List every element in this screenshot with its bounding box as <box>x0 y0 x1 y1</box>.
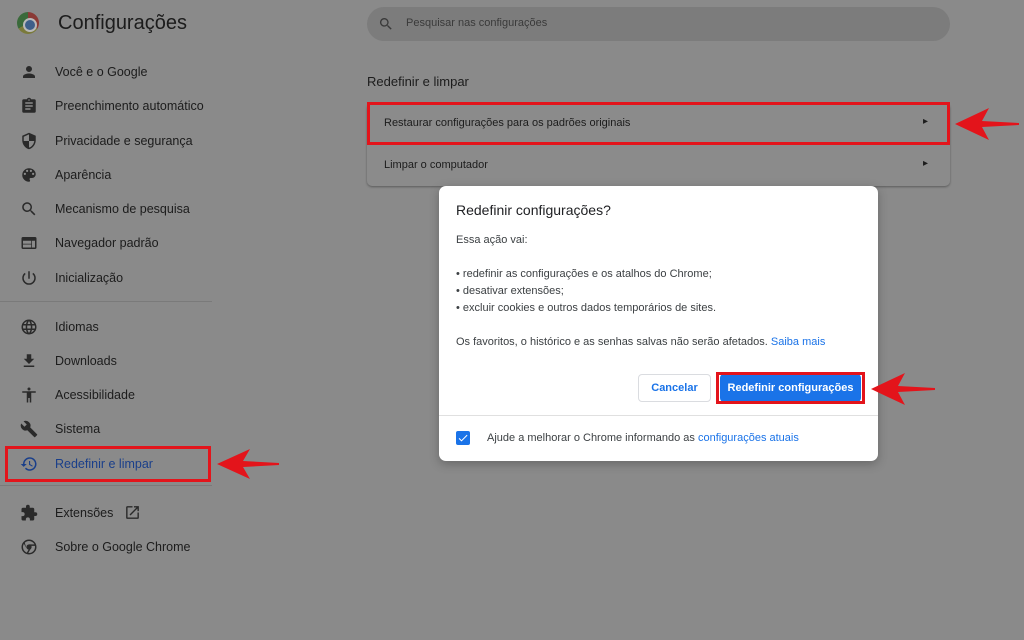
sidebar-item-search-engine[interactable]: Mecanismo de pesquisa <box>0 192 210 226</box>
chevron-right-icon: ▸ <box>922 158 928 169</box>
dialog-divider <box>439 415 878 416</box>
sidebar-item-label: Privacidade e segurança <box>55 134 193 148</box>
chrome-icon <box>20 538 38 556</box>
learn-more-link[interactable]: Saiba mais <box>771 336 825 348</box>
sidebar-item-label: Acessibilidade <box>55 388 135 402</box>
sidebar-item-label: Mecanismo de pesquisa <box>55 202 190 216</box>
section-title: Redefinir e limpar <box>367 74 469 89</box>
wrench-icon <box>20 420 38 438</box>
dialog-bullet: • redefinir as configurações e os atalho… <box>456 268 712 280</box>
checkbox-label-text: Ajude a melhorar o Chrome informando as <box>487 432 695 444</box>
checkmark-icon <box>458 434 468 442</box>
dialog-bullet: • excluir cookies e outros dados temporá… <box>456 302 717 314</box>
sidebar-item-accessibility[interactable]: Acessibilidade <box>0 378 210 412</box>
sidebar-divider <box>0 485 212 486</box>
sidebar-item-label: Navegador padrão <box>55 236 159 250</box>
search-input[interactable]: Pesquisar nas configurações <box>367 7 950 41</box>
sidebar-item-extensions[interactable]: Extensões <box>0 496 210 530</box>
current-settings-link[interactable]: configurações atuais <box>698 432 799 444</box>
globe-icon <box>20 318 38 336</box>
report-settings-checkbox[interactable] <box>456 431 470 445</box>
annotation-highlight-box <box>367 102 950 145</box>
cancel-button[interactable]: Cancelar <box>638 374 711 402</box>
clipboard-icon <box>20 97 38 115</box>
browser-window-icon <box>20 234 38 252</box>
search-placeholder: Pesquisar nas configurações <box>406 17 548 29</box>
external-link-icon <box>124 504 141 526</box>
page-title: Configurações <box>58 12 187 34</box>
power-icon <box>20 269 38 287</box>
download-icon <box>20 352 38 370</box>
clean-up-computer-row[interactable]: Limpar o computador ▸ <box>367 145 950 186</box>
dialog-note: Os favoritos, o histórico e as senhas sa… <box>456 336 825 348</box>
puzzle-icon <box>20 504 38 522</box>
chrome-logo-icon <box>17 12 39 34</box>
reset-settings-dialog: Redefinir configurações? Essa ação vai: … <box>439 186 878 461</box>
sidebar-item-startup[interactable]: Inicialização <box>0 261 210 295</box>
palette-icon <box>20 166 38 184</box>
sidebar-item-privacy[interactable]: Privacidade e segurança <box>0 124 210 158</box>
sidebar-item-label: Sistema <box>55 422 101 436</box>
accessibility-icon <box>20 386 38 404</box>
search-icon <box>378 16 394 32</box>
sidebar-item-label: Sobre o Google Chrome <box>55 540 191 554</box>
sidebar-item-label: Idiomas <box>55 320 99 334</box>
dialog-bullet: • desativar extensões; <box>456 285 564 297</box>
sidebar-item-label: Extensões <box>55 506 114 520</box>
shield-icon <box>20 132 38 150</box>
sidebar-item-you-and-google[interactable]: Você e o Google <box>0 55 210 89</box>
sidebar-item-label: Você e o Google <box>55 65 148 79</box>
dialog-title: Redefinir configurações? <box>456 202 611 218</box>
sidebar-item-languages[interactable]: Idiomas <box>0 310 210 344</box>
sidebar-item-default-browser[interactable]: Navegador padrão <box>0 226 210 260</box>
row-label: Limpar o computador <box>384 159 488 171</box>
sidebar-divider <box>0 301 212 302</box>
annotation-highlight-box <box>716 372 865 404</box>
sidebar-item-about-chrome[interactable]: Sobre o Google Chrome <box>0 530 210 564</box>
sidebar-item-label: Inicialização <box>55 271 124 285</box>
sidebar-item-appearance[interactable]: Aparência <box>0 158 210 192</box>
annotation-highlight-box <box>5 446 211 482</box>
person-icon <box>20 63 38 81</box>
dialog-note-text: Os favoritos, o histórico e as senhas sa… <box>456 336 768 348</box>
sidebar-item-label: Downloads <box>55 354 117 368</box>
sidebar-item-system[interactable]: Sistema <box>0 412 210 446</box>
annotation-arrow-icon <box>217 449 279 479</box>
annotation-arrow-icon <box>955 108 1019 140</box>
dialog-intro: Essa ação vai: <box>456 234 528 246</box>
checkbox-label: Ajude a melhorar o Chrome informando as … <box>487 432 799 444</box>
sidebar-item-downloads[interactable]: Downloads <box>0 344 210 378</box>
annotation-arrow-icon <box>871 373 935 405</box>
sidebar-item-label: Aparência <box>55 168 112 182</box>
sidebar-item-autofill[interactable]: Preenchimento automático <box>0 89 210 123</box>
sidebar-item-label: Preenchimento automático <box>55 99 204 113</box>
search-icon <box>20 200 38 218</box>
